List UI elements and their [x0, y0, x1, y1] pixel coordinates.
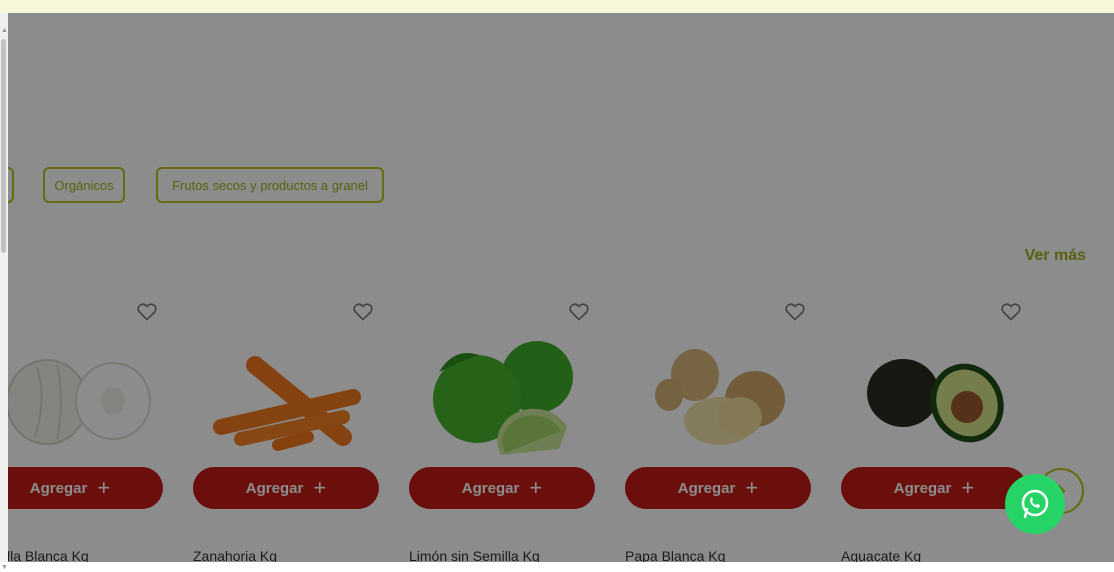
modal-backdrop-overlay[interactable] [8, 13, 1114, 562]
announcement-bar [0, 0, 1114, 13]
whatsapp-button[interactable] [1005, 474, 1065, 534]
scroll-up-icon[interactable]: ▲ [1, 27, 8, 35]
scrollbar-thumb[interactable] [1, 39, 6, 253]
scroll-down-icon[interactable]: ▼ [1, 564, 8, 572]
whatsapp-icon [1021, 489, 1049, 519]
scrollbar[interactable]: ▲ ▼ [0, 13, 8, 571]
